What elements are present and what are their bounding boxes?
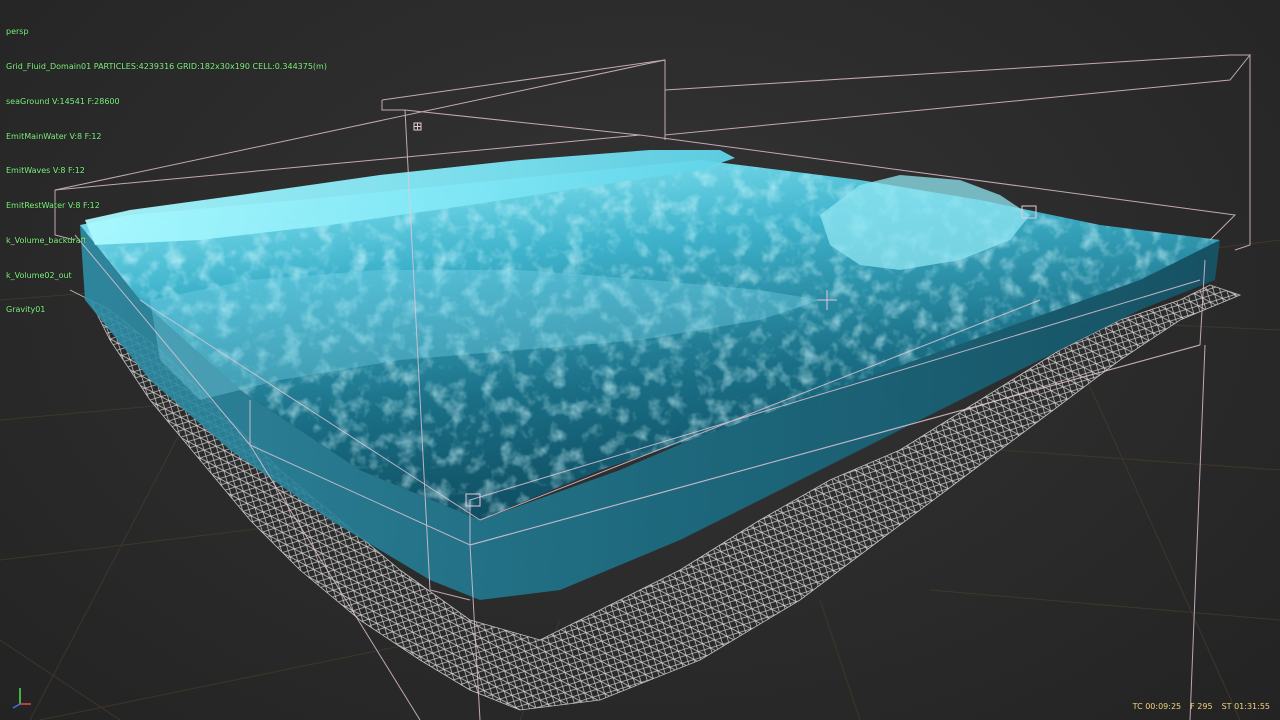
xyz-axis-icon (12, 688, 31, 709)
hud-line-volume02-out: k_Volume02_out (6, 270, 72, 280)
hud-line-sea-ground: seaGround V:14541 F:28600 (6, 96, 120, 106)
hud-line-volume-backdraft: k_Volume_backdraft (6, 235, 87, 245)
hud-line-emit-main-water: EmitMainWater V:8 F:12 (6, 131, 102, 141)
timecode-readout: TC 00:09:25 F 295 ST 01:31:55 (1133, 702, 1270, 711)
timecode-st: ST 01:31:55 (1221, 702, 1270, 711)
hud-line-emit-waves: EmitWaves V:8 F:12 (6, 166, 85, 176)
timecode-frame: F 295 (1190, 702, 1213, 711)
hud-line-fluid-domain: Grid_Fluid_Domain01 PARTICLES:4239316 GR… (6, 61, 327, 71)
hud-line-gravity: Gravity01 (6, 305, 46, 315)
locator-icon (413, 122, 422, 131)
hud-line-emit-rest-water: EmitRestWater V:8 F:12 (6, 201, 100, 211)
3d-viewport[interactable]: persp Grid_Fluid_Domain01 PARTICLES:4239… (0, 0, 1280, 720)
outliner-hud: persp Grid_Fluid_Domain01 PARTICLES:4239… (6, 3, 327, 339)
camera-label: persp (6, 27, 29, 37)
timecode-tc: TC 00:09:25 (1132, 702, 1182, 711)
